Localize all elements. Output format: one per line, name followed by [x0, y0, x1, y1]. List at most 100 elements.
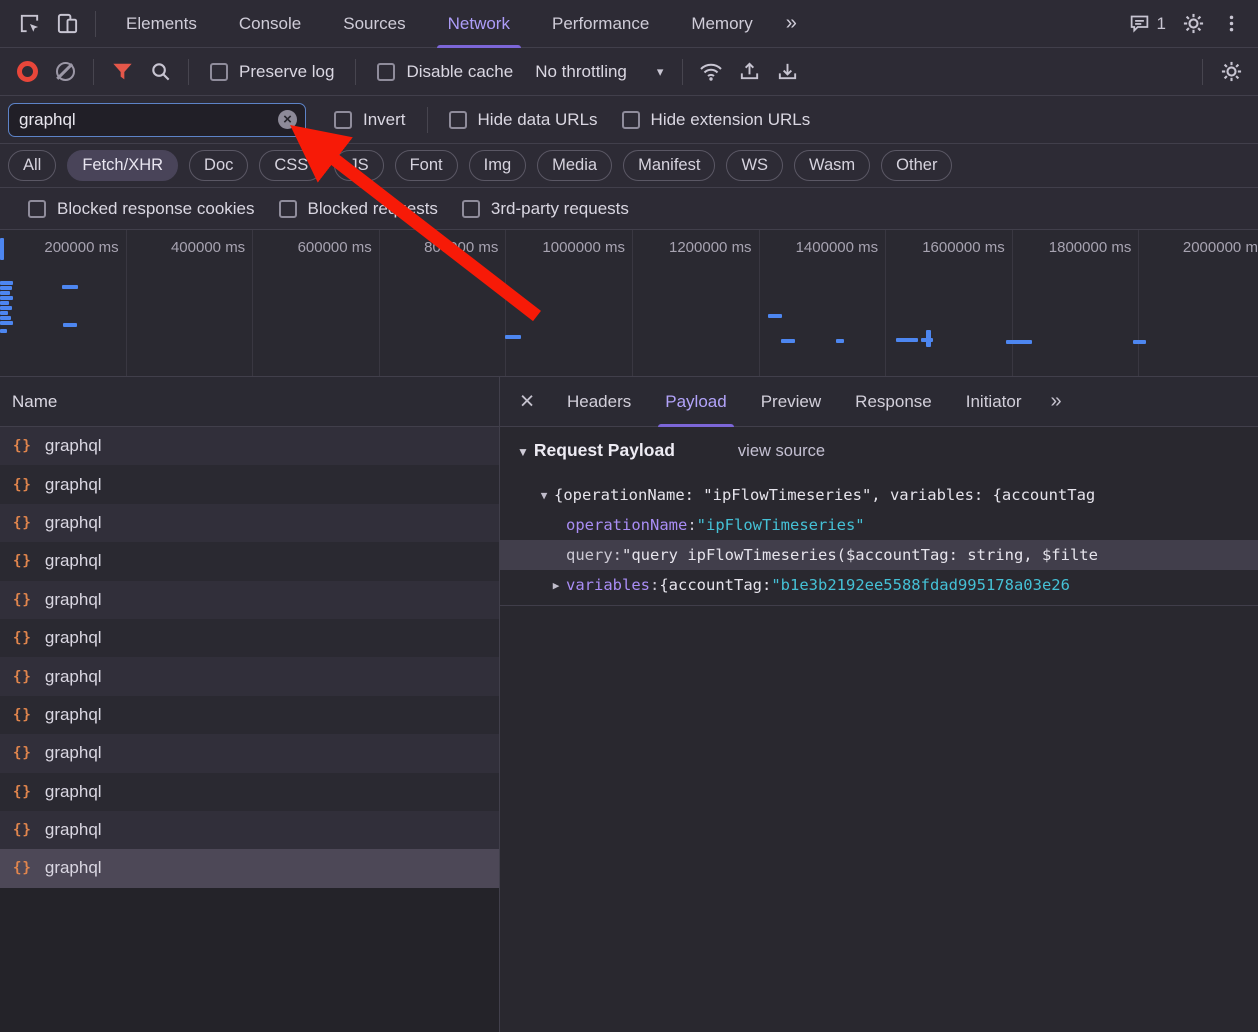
device-toolbar-icon[interactable]	[48, 5, 86, 43]
clear-filter-icon[interactable]: ×	[278, 110, 297, 129]
request-name: graphql	[45, 590, 102, 610]
request-row[interactable]: {}graphql	[0, 504, 499, 542]
network-filter-input[interactable]	[19, 110, 278, 130]
filter-funnel-icon[interactable]	[103, 53, 141, 91]
filter-chip-font[interactable]: Font	[395, 150, 458, 181]
main-tab-strip: ElementsConsoleSourcesNetworkPerformance…	[105, 0, 774, 47]
tab-memory[interactable]: Memory	[670, 0, 773, 47]
network-settings-gear-icon[interactable]	[1212, 53, 1250, 91]
view-source-link[interactable]: view source	[738, 442, 825, 461]
network-conditions-icon[interactable]	[692, 53, 730, 91]
network-overview-timeline[interactable]: 200000 ms400000 ms600000 ms800000 ms1000…	[0, 230, 1258, 377]
json-braces-icon: {}	[13, 553, 32, 569]
filter-chip-ws[interactable]: WS	[726, 150, 783, 181]
filter-option-3rd-party-requests: 3rd-party requests	[462, 199, 629, 219]
waterfall-bar	[1133, 340, 1146, 344]
close-icon[interactable]: ×	[504, 387, 550, 416]
request-name: graphql	[45, 782, 102, 802]
request-row[interactable]: {}graphql	[0, 619, 499, 657]
filter-chip-manifest[interactable]: Manifest	[623, 150, 715, 181]
tab-console[interactable]: Console	[218, 0, 322, 47]
divider	[93, 59, 94, 85]
request-name: graphql	[45, 705, 102, 725]
timeline-column: 600000 ms	[253, 230, 380, 376]
detail-tab-payload[interactable]: Payload	[648, 377, 743, 426]
hide-data-urls-checkbox[interactable]	[449, 111, 467, 129]
filter-chip-other[interactable]: Other	[881, 150, 952, 181]
request-row[interactable]: {}graphql	[0, 734, 499, 772]
divider	[355, 59, 356, 85]
search-icon[interactable]	[141, 53, 179, 91]
payload-root-line[interactable]: ▼ {operationName: "ipFlowTimeseries", va…	[500, 480, 1258, 510]
request-name: graphql	[45, 551, 102, 571]
devtools-top-bar: ElementsConsoleSourcesNetworkPerformance…	[0, 0, 1258, 48]
blocked-response-cookies-checkbox[interactable]	[28, 200, 46, 218]
request-row[interactable]: {}graphql	[0, 811, 499, 849]
request-name: graphql	[45, 743, 102, 763]
3rd-party-requests-checkbox[interactable]	[462, 200, 480, 218]
key-value-separator: :	[687, 516, 696, 534]
preserve-log-label: Preserve log	[239, 62, 334, 82]
name-column-header[interactable]: Name	[0, 377, 499, 427]
payload-operation-line[interactable]: operationName: "ipFlowTimeseries"	[500, 510, 1258, 540]
detail-tab-strip: × HeadersPayloadPreviewResponseInitiator…	[500, 377, 1258, 427]
filter-chip-wasm[interactable]: Wasm	[794, 150, 870, 181]
throttling-select[interactable]: No throttling ▾	[535, 62, 663, 82]
filter-chip-media[interactable]: Media	[537, 150, 612, 181]
request-row[interactable]: {}graphql	[0, 427, 499, 465]
payload-query-line[interactable]: query: "query ipFlowTimeseries($accountT…	[500, 540, 1258, 570]
issues-button[interactable]: 1	[1121, 5, 1174, 43]
filter-chip-img[interactable]: Img	[469, 150, 527, 181]
request-row[interactable]: {}graphql	[0, 773, 499, 811]
tab-elements[interactable]: Elements	[105, 0, 218, 47]
collapse-triangle-icon[interactable]: ▼	[517, 445, 529, 459]
waterfall-bar	[0, 286, 12, 290]
export-har-icon[interactable]	[768, 53, 806, 91]
import-har-icon[interactable]	[730, 53, 768, 91]
kebab-menu-icon[interactable]	[1212, 5, 1250, 43]
inspect-element-icon[interactable]	[10, 5, 48, 43]
request-payload-title: Request Payload	[534, 440, 675, 461]
clear-network-log-icon[interactable]	[46, 53, 84, 91]
json-braces-icon: {}	[13, 707, 32, 723]
record-network-log-button[interactable]	[8, 53, 46, 91]
blocked-requests-checkbox[interactable]	[279, 200, 297, 218]
request-row[interactable]: {}graphql	[0, 849, 499, 887]
more-tabs-icon[interactable]: »	[774, 12, 809, 35]
invert-checkbox[interactable]	[334, 111, 352, 129]
preserve-log-option: Preserve log	[210, 62, 334, 82]
detail-tab-preview[interactable]: Preview	[744, 377, 838, 426]
collapse-triangle-icon[interactable]: ▼	[534, 489, 554, 502]
request-row[interactable]: {} graphql	[0, 696, 499, 734]
preserve-log-checkbox[interactable]	[210, 63, 228, 81]
waterfall-bar	[0, 311, 8, 315]
request-detail-panel: × HeadersPayloadPreviewResponseInitiator…	[500, 377, 1258, 1032]
detail-tab-initiator[interactable]: Initiator	[949, 377, 1039, 426]
settings-gear-icon[interactable]	[1174, 5, 1212, 43]
detail-tab-response[interactable]: Response	[838, 377, 949, 426]
tab-network[interactable]: Network	[427, 0, 531, 47]
more-detail-tabs-icon[interactable]: »	[1038, 390, 1073, 413]
filter-chip-doc[interactable]: Doc	[189, 150, 248, 181]
payload-variables-line[interactable]: ▶ variables: {accountTag: "b1e3b2192ee55…	[500, 570, 1258, 600]
expand-triangle-icon[interactable]: ▶	[546, 579, 566, 592]
waterfall-bar	[62, 285, 78, 289]
filter-bar: × Invert Hide data URLs Hide extension U…	[0, 96, 1258, 144]
disable-cache-checkbox[interactable]	[377, 63, 395, 81]
filter-chip-all[interactable]: All	[8, 150, 56, 181]
waterfall-bar	[0, 296, 13, 300]
hide-extension-urls-checkbox[interactable]	[622, 111, 640, 129]
request-row[interactable]: {}graphql	[0, 657, 499, 695]
filter-chip-js[interactable]: JS	[334, 150, 383, 181]
tab-sources[interactable]: Sources	[322, 0, 426, 47]
tab-performance[interactable]: Performance	[531, 0, 670, 47]
request-row[interactable]: {} graphql	[0, 542, 499, 580]
request-row[interactable]: {}graphql	[0, 465, 499, 503]
payload-tree: ▼ {operationName: "ipFlowTimeseries", va…	[500, 480, 1258, 606]
waterfall-bar	[836, 339, 844, 343]
request-row[interactable]: {}graphql	[0, 581, 499, 619]
timeline-grid: 200000 ms400000 ms600000 ms800000 ms1000…	[0, 230, 1258, 376]
filter-chip-css[interactable]: CSS	[259, 150, 323, 181]
filter-chip-fetch-xhr[interactable]: Fetch/XHR	[67, 150, 178, 181]
detail-tab-headers[interactable]: Headers	[550, 377, 648, 426]
